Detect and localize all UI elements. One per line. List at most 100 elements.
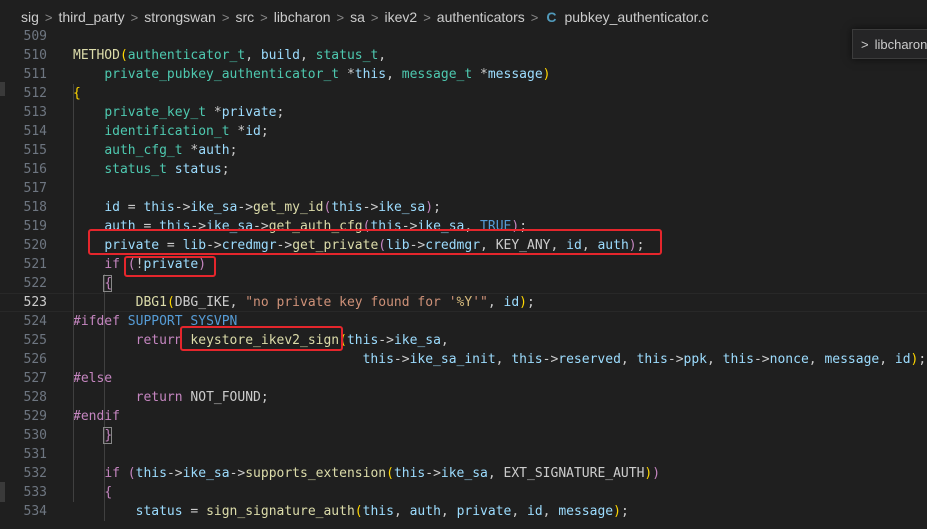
code-line[interactable]: 516 status_t status;	[0, 160, 927, 179]
code-text: {	[73, 84, 81, 103]
code-token: ->	[393, 352, 410, 367]
code-text: #else	[73, 369, 112, 388]
code-line[interactable]: 525 return keystore_ikev2_sign(this->ike…	[0, 331, 927, 350]
breadcrumb-item[interactable]: strongswan	[138, 9, 216, 25]
code-token: if	[104, 257, 120, 272]
breadcrumb-item[interactable]: third_party	[53, 9, 125, 25]
code-token: ->	[667, 352, 684, 367]
chevron-right-icon[interactable]: >	[853, 37, 875, 52]
code-token: this	[636, 352, 668, 367]
code-line[interactable]: 518 id = this->ike_sa->get_my_id(this->i…	[0, 198, 927, 217]
code-token: ,	[245, 48, 261, 63]
bracket-match-box	[103, 275, 112, 292]
line-number: 518	[23, 200, 47, 215]
code-token: ,	[620, 352, 637, 367]
code-token: ;	[433, 200, 441, 215]
code-editor[interactable]: 509 510 METHOD(authenticator_t, build, sta…	[0, 27, 927, 529]
code-line[interactable]: 534 status = sign_signature_auth(this, a…	[0, 502, 927, 521]
code-token: build	[260, 48, 300, 63]
code-line[interactable]: 509	[0, 27, 927, 46]
code-token: )	[652, 466, 661, 481]
code-token: ;	[260, 124, 269, 139]
code-token: this	[362, 504, 394, 519]
code-token: supports_extension	[245, 466, 387, 481]
code-token: ->	[425, 466, 441, 481]
sticky-outline-widget[interactable]: > libcharon	[852, 29, 927, 59]
line-number: 528	[23, 390, 47, 405]
code-token: private	[456, 504, 512, 519]
code-token: id	[894, 352, 911, 367]
code-token: *	[206, 105, 222, 120]
breadcrumb-separator: >	[370, 9, 379, 25]
code-line[interactable]: 510 METHOD(authenticator_t, build, status…	[0, 46, 927, 65]
code-token: this	[362, 352, 394, 367]
code-token: ,	[542, 504, 559, 519]
code-token: ->	[174, 200, 191, 215]
code-token: ,	[707, 352, 723, 367]
breadcrumb-item[interactable]: sa	[344, 9, 365, 25]
breadcrumb-separator: >	[530, 9, 539, 25]
code-line[interactable]: 527 #else	[0, 369, 927, 388]
code-token: auth	[198, 143, 230, 158]
code-token: ;	[527, 295, 535, 310]
code-token: ->	[229, 466, 246, 481]
breadcrumb-item[interactable]: ikev2	[379, 9, 418, 25]
code-token: private_pubkey_authenticator_t	[104, 67, 340, 82]
code-line[interactable]: 515 auth_cfg_t *auth;	[0, 141, 927, 160]
code-token: status	[135, 504, 183, 519]
code-token: if	[104, 466, 120, 481]
code-line[interactable]: 530 }	[0, 426, 927, 445]
highlight-annotation-box	[88, 229, 662, 255]
code-line[interactable]: 512 {	[0, 84, 927, 103]
breadcrumb-item[interactable]: authenticators	[431, 9, 525, 25]
line-number: 525	[23, 333, 47, 348]
code-text: private_key_t *private;	[73, 103, 284, 122]
code-line[interactable]: 523 DBG1(DBG_IKE, "no private key found …	[0, 293, 927, 312]
breadcrumb-item[interactable]: src	[229, 9, 254, 25]
code-token: this	[331, 200, 363, 215]
code-token: id	[503, 295, 520, 310]
code-token: ;	[276, 105, 285, 120]
breadcrumb-separator: >	[423, 9, 431, 25]
code-line[interactable]: 513 private_key_t *private;	[0, 103, 927, 122]
code-text: {	[73, 483, 112, 502]
line-number: 522	[23, 276, 47, 291]
code-text: METHOD(authenticator_t, build, status_t,	[73, 46, 386, 65]
outline-label[interactable]: libcharon	[875, 37, 927, 52]
code-token: (	[127, 466, 136, 481]
breadcrumb-item[interactable]: sig	[0, 9, 39, 25]
breadcrumb-separator: >	[44, 9, 53, 25]
code-line[interactable]: 532 if (this->ike_sa->supports_extension…	[0, 464, 927, 483]
code-token: ,	[487, 295, 504, 310]
code-line[interactable]: 524 #ifdef SUPPORT_SYSVPN	[0, 312, 927, 331]
code-line[interactable]: 526 this->ike_sa_init, this->reserved, t…	[0, 350, 927, 369]
code-token: return	[135, 390, 183, 405]
code-line[interactable]: 511 private_pubkey_authenticator_t *this…	[0, 65, 927, 84]
code-line[interactable]: 528 return NOT_FOUND;	[0, 388, 927, 407]
code-line[interactable]: 533 {	[0, 483, 927, 502]
code-token: reserved	[558, 352, 621, 367]
code-token: id	[527, 504, 543, 519]
code-token: DBG1	[135, 295, 167, 310]
code-line[interactable]: 529 #endif	[0, 407, 927, 426]
code-token: ;	[229, 143, 238, 158]
code-token: , EXT_SIGNATURE_AUTH	[487, 466, 645, 481]
code-token: (	[386, 466, 394, 481]
code-line[interactable]: 514 identification_t *id;	[0, 122, 927, 141]
code-token: identification_t	[104, 124, 230, 139]
code-line[interactable]: 531	[0, 445, 927, 464]
gutter-marker	[0, 82, 5, 96]
breadcrumb-item[interactable]: libcharon	[268, 9, 331, 25]
line-number: 515	[23, 143, 47, 158]
breadcrumb-file[interactable]: pubkey_authenticator.c	[560, 9, 708, 25]
code-line[interactable]: 517	[0, 179, 927, 198]
line-number: 510	[23, 48, 47, 63]
